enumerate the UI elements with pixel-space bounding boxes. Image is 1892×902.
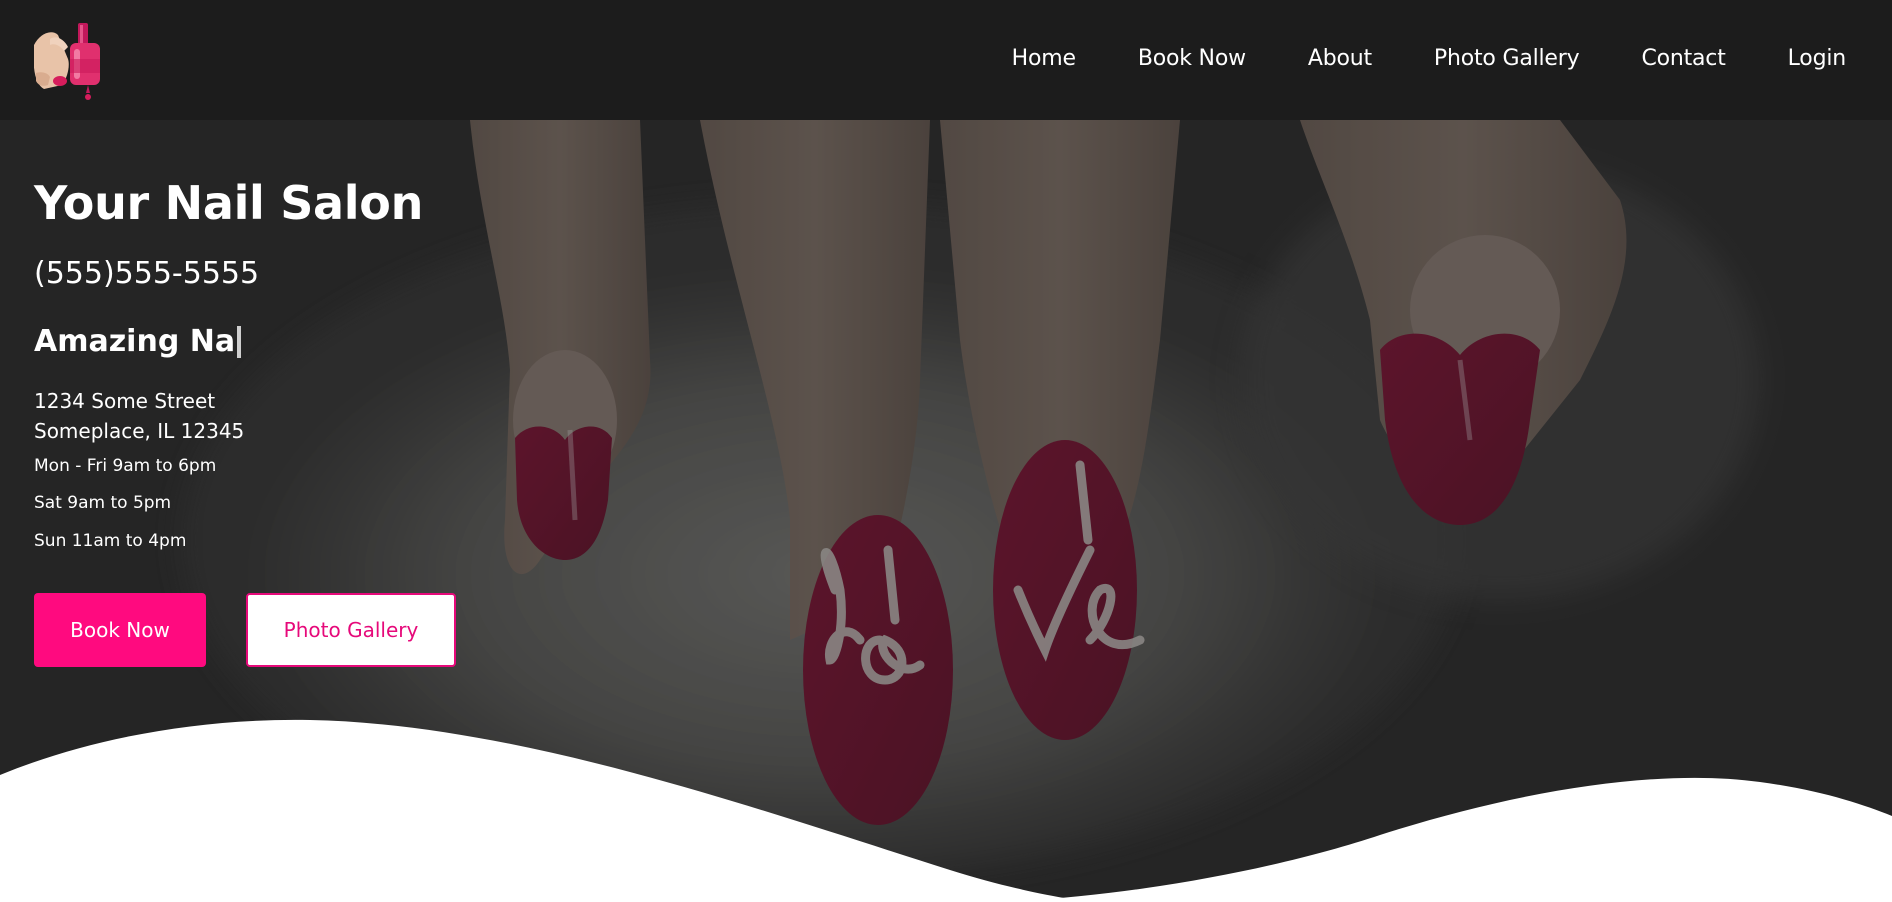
main-nav: Home Book Now About Photo Gallery Contac… <box>1012 0 1892 116</box>
nav-about[interactable]: About <box>1308 46 1372 71</box>
nav-login[interactable]: Login <box>1788 46 1847 71</box>
site-header: Home Book Now About Photo Gallery Contac… <box>0 0 1892 120</box>
typed-tagline-text: Amazing Na <box>34 324 236 359</box>
hours-sunday: Sun 11am to 4pm <box>34 531 187 551</box>
hours-saturday: Sat 9am to 5pm <box>34 493 172 513</box>
phone-number[interactable]: (555)555-5555 <box>34 256 259 291</box>
nav-book-now[interactable]: Book Now <box>1138 46 1246 71</box>
hero-background-image <box>0 120 1892 902</box>
logo-nail-polish-icon[interactable] <box>33 15 106 103</box>
nav-home[interactable]: Home <box>1012 46 1076 71</box>
page: Home Book Now About Photo Gallery Contac… <box>0 0 1892 902</box>
address: 1234 Some Street Someplace, IL 12345 <box>34 386 244 446</box>
address-line2: Someplace, IL 12345 <box>34 419 245 443</box>
hero-section: Your Nail Salon (555)555-5555 Amazing Na… <box>0 120 1892 902</box>
hours-weekday: Mon - Fri 9am to 6pm <box>34 456 217 476</box>
typed-tagline: Amazing Na <box>34 324 242 359</box>
book-now-button[interactable]: Book Now <box>34 593 206 667</box>
typing-cursor <box>237 325 242 358</box>
nav-contact[interactable]: Contact <box>1641 46 1725 71</box>
address-line1: 1234 Some Street <box>34 389 216 413</box>
photo-gallery-button[interactable]: Photo Gallery <box>246 593 456 667</box>
salon-name-heading: Your Nail Salon <box>34 176 424 230</box>
nav-photo-gallery[interactable]: Photo Gallery <box>1434 46 1580 71</box>
